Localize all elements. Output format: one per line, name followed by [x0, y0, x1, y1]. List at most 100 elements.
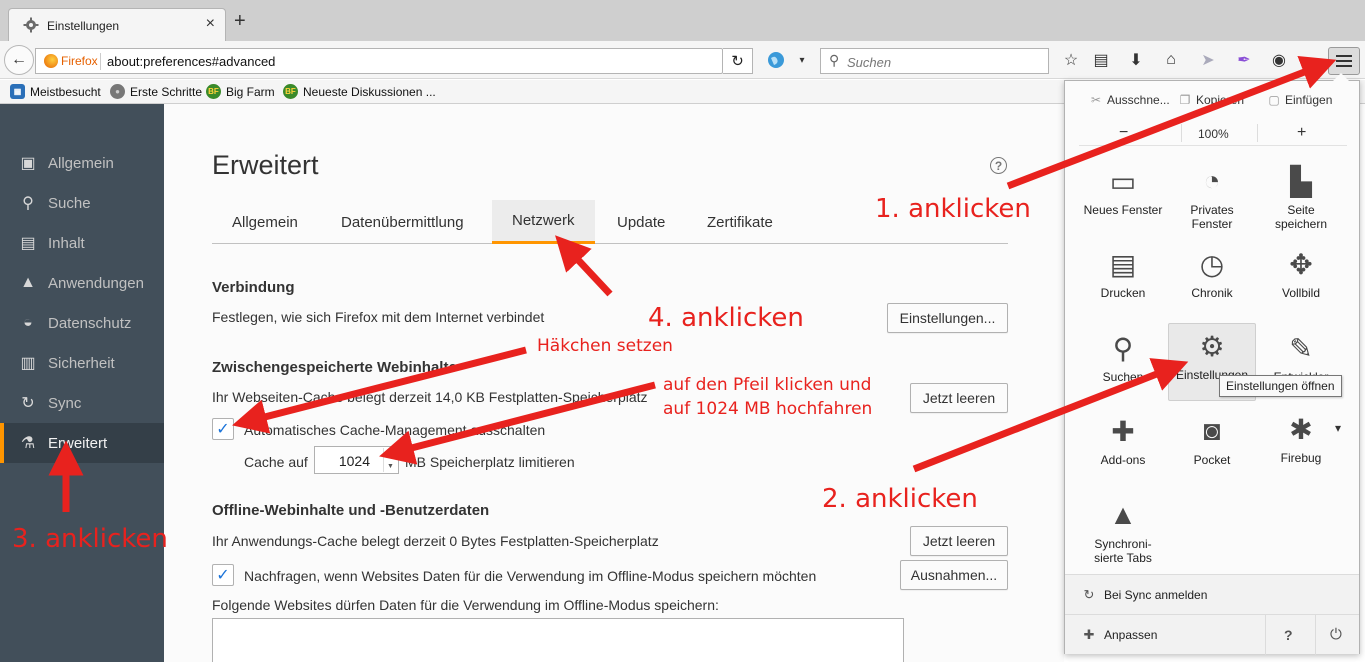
- new-tab-button[interactable]: +: [234, 11, 246, 31]
- quit-icon[interactable]: ⏻: [1330, 626, 1342, 643]
- zoom-in-button[interactable]: +: [1297, 124, 1306, 142]
- identity-label[interactable]: Firefox: [61, 54, 98, 68]
- sidebar-item-label: Sicherheit: [48, 354, 115, 372]
- sidebar-item-suche[interactable]: ⚲ Suche: [0, 183, 164, 223]
- bookmark-label: Neueste Diskussionen ...: [303, 84, 436, 99]
- sidebar-item-erweitert[interactable]: ⚗ Erweitert: [0, 423, 164, 463]
- extension-icon[interactable]: ◉: [1268, 49, 1290, 71]
- menu-item-find[interactable]: ⚲ Suchen: [1079, 326, 1167, 404]
- tab-allgemein[interactable]: Allgemein: [212, 200, 318, 244]
- menu-item-private-window[interactable]: ◔ Privates Fenster: [1168, 159, 1256, 237]
- sidebar-item-sync[interactable]: ↻ Sync: [0, 383, 164, 423]
- offline-exceptions-button[interactable]: Ausnahmen...: [900, 560, 1008, 590]
- menu-bar-line: [1336, 65, 1352, 67]
- bookmark-label: Meistbesucht: [30, 84, 101, 99]
- menu-item-label: Firebug: [1280, 451, 1322, 465]
- extension-dropdown-icon[interactable]: ▾: [1299, 49, 1313, 71]
- customize-button[interactable]: Anpassen: [1104, 628, 1157, 642]
- menu-item-firebug[interactable]: ✱ Firebug: [1257, 407, 1345, 485]
- offline-ask-checkbox[interactable]: ✓: [212, 564, 234, 586]
- menu-item-save-page[interactable]: ▙ Seite speichern: [1257, 159, 1345, 237]
- menu-item-label: Suchen: [1102, 370, 1144, 384]
- firefox-logo-icon: [44, 54, 58, 68]
- wrench-icon: ✎: [1289, 332, 1313, 364]
- zoom-separator: [1257, 124, 1258, 142]
- send-icon[interactable]: ➤: [1197, 49, 1219, 71]
- offline-sites-list[interactable]: [212, 618, 904, 662]
- copy-button[interactable]: ❐ Kopieren: [1178, 93, 1244, 107]
- back-button[interactable]: ←: [4, 45, 34, 75]
- menu-item-label: Seite speichern: [1274, 203, 1328, 231]
- clear-cache-button[interactable]: Jetzt leeren: [910, 383, 1008, 413]
- help-icon[interactable]: ?: [990, 157, 1007, 174]
- cache-limit-prefix: Cache auf: [244, 454, 308, 470]
- fullscreen-icon: ✥: [1289, 248, 1313, 280]
- cache-size-spinner[interactable]: 1024 ▲ ▼: [314, 446, 399, 474]
- reload-button[interactable]: ↻: [723, 48, 753, 74]
- search-icon: ⚲: [1112, 332, 1134, 364]
- url-text[interactable]: about:preferences#advanced: [107, 54, 275, 69]
- download-icon[interactable]: ⬇: [1125, 49, 1147, 71]
- globe-dropdown-icon[interactable]: ▾: [795, 49, 809, 71]
- preferences-content: Erweitert ? Allgemein Datenübermittlung …: [164, 104, 1064, 662]
- window-icon: ▭: [1109, 165, 1137, 197]
- tab-title: Einstellungen: [47, 19, 120, 33]
- bookmark-meistbesucht[interactable]: ▦ Meistbesucht: [10, 84, 101, 99]
- tab-datenuebermittlung[interactable]: Datenübermittlung: [321, 200, 484, 244]
- paste-button[interactable]: ▢ Einfügen: [1267, 93, 1332, 107]
- menu-item-synced-tabs[interactable]: ▲ Synchroni-sierte Tabs: [1079, 493, 1167, 571]
- sidebar-item-label: Anwendungen: [48, 274, 144, 292]
- clear-offline-button[interactable]: Jetzt leeren: [910, 526, 1008, 556]
- bookmark-neueste-diskussionen[interactable]: BF Neueste Diskussionen ...: [283, 84, 436, 99]
- connection-settings-button[interactable]: Einstellungen...: [887, 303, 1008, 333]
- sidebar-item-datenschutz[interactable]: ◒ Datenschutz: [0, 303, 164, 343]
- cut-button[interactable]: ✂ Ausschne...: [1089, 93, 1170, 107]
- mask-icon: ◒: [23, 314, 33, 331]
- menu-item-history[interactable]: ◷ Chronik: [1168, 242, 1256, 320]
- sync-signin-row[interactable]: ↻ Bei Sync anmelden: [1065, 574, 1359, 614]
- search-input[interactable]: ⚲ Suchen: [820, 48, 1049, 74]
- bookmark-star-icon[interactable]: ☆: [1060, 49, 1082, 71]
- zoom-reset-button[interactable]: 100%: [1198, 127, 1229, 141]
- spin-down-icon[interactable]: ▼: [383, 460, 397, 472]
- spin-up-icon[interactable]: ▲: [383, 448, 397, 460]
- firebug-dropdown-icon[interactable]: ▾: [1335, 421, 1341, 435]
- tab-update[interactable]: Update: [597, 200, 685, 244]
- page-icon: ▙: [1290, 165, 1312, 197]
- url-separator: [100, 53, 101, 70]
- menu-item-addons[interactable]: ✚ Add-ons: [1079, 409, 1167, 487]
- sidebar-item-sicherheit[interactable]: ▥ Sicherheit: [0, 343, 164, 383]
- sidebar-item-allgemein[interactable]: ▣ Allgemein: [0, 143, 164, 183]
- hamburger-menu-button[interactable]: [1328, 47, 1360, 75]
- connection-description: Festlegen, wie sich Firefox mit dem Inte…: [212, 309, 545, 325]
- cache-size-value[interactable]: 1024: [339, 453, 370, 469]
- sidebar-item-inhalt[interactable]: ▤ Inhalt: [0, 223, 164, 263]
- annotation-arrow-line2: auf 1024 MB hochfahren: [663, 399, 873, 419]
- tab-netzwerk[interactable]: Netzwerk: [492, 200, 595, 244]
- menu-item-fullscreen[interactable]: ✥ Vollbild: [1257, 242, 1345, 320]
- cache-override-checkbox[interactable]: ✓: [212, 418, 234, 440]
- home-icon[interactable]: ⌂: [1160, 49, 1182, 71]
- menu-item-new-window[interactable]: ▭ Neues Fenster: [1079, 159, 1167, 237]
- tab-einstellungen[interactable]: Einstellungen ×: [8, 8, 226, 42]
- annotation-step2: 2. anklicken: [822, 484, 978, 514]
- tab-zertifikate[interactable]: Zertifikate: [687, 200, 793, 244]
- offline-list-label: Folgende Websites dürfen Daten für die V…: [212, 597, 719, 613]
- bookmark-big-farm[interactable]: BF Big Farm: [206, 84, 275, 99]
- globe-icon[interactable]: [765, 49, 787, 71]
- url-bar[interactable]: Firefox about:preferences#advanced: [35, 48, 723, 74]
- customize-icon[interactable]: ✚: [1082, 627, 1096, 643]
- general-icon: ▣: [20, 155, 36, 172]
- bookmark-erste-schritte[interactable]: ● Erste Schritte: [110, 84, 202, 99]
- sidebar-item-anwendungen[interactable]: ▲ Anwendungen: [0, 263, 164, 303]
- big-farm-icon: BF: [206, 84, 221, 99]
- menu-item-pocket[interactable]: ◙ Pocket: [1168, 409, 1256, 487]
- zoom-out-button[interactable]: −: [1119, 124, 1128, 142]
- feather-icon[interactable]: ✒: [1233, 49, 1255, 71]
- bookmarks-menu-icon[interactable]: ▤: [1090, 49, 1112, 71]
- menu-item-label: Vollbild: [1281, 286, 1321, 300]
- sidebar-item-label: Datenschutz: [48, 314, 132, 332]
- help-icon[interactable]: ?: [1284, 627, 1293, 643]
- tab-close-icon[interactable]: ×: [206, 15, 215, 33]
- menu-item-print[interactable]: ▤ Drucken: [1079, 242, 1167, 320]
